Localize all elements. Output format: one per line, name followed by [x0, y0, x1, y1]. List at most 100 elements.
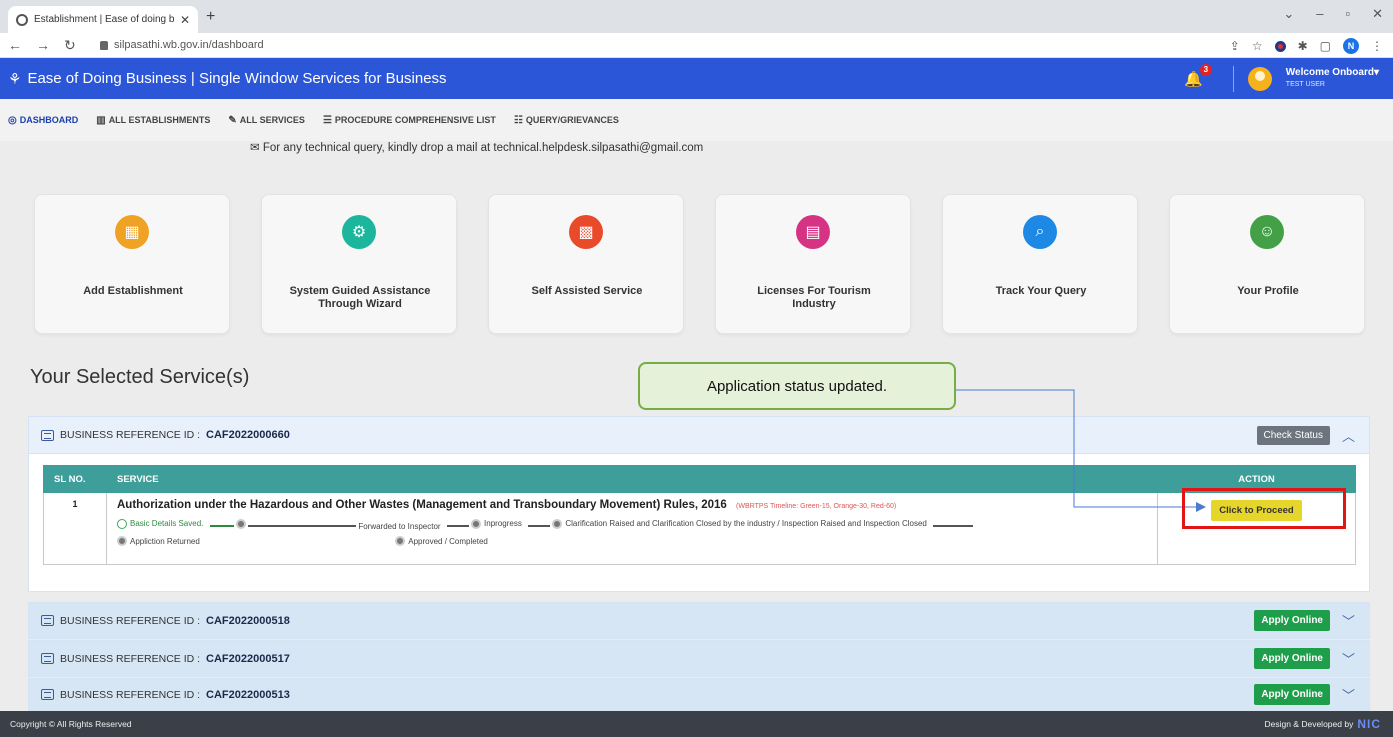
table-row: 1 Authorization under the Hazardous and … — [43, 492, 1356, 565]
search-icon: ⌕ — [1023, 215, 1057, 249]
brand[interactable]: ⚘ Ease of Doing Business | Single Window… — [8, 70, 447, 88]
profile-avatar[interactable]: N — [1343, 38, 1359, 54]
service-name: Authorization under the Hazardous and Ot… — [117, 499, 1147, 511]
chevron-down-icon[interactable]: ﹀ — [1342, 685, 1355, 704]
ref-id: CAF2022000517 — [206, 652, 290, 665]
credit-text: Design & Developed by — [1264, 719, 1354, 729]
apply-online-button[interactable]: Apply Online — [1254, 648, 1330, 669]
profile-icon: ☺ — [1250, 215, 1284, 249]
row-sl: 1 — [43, 492, 107, 565]
ref-prefix: BUSINESS REFERENCE ID : — [60, 614, 201, 627]
dashboard-cards: ▦ Add Establishment ⚙ System Guided Assi… — [34, 194, 1366, 334]
extensions-bar: ⇪ ☆ ✱ ▢ N ⋮ — [1230, 38, 1383, 54]
welcome-text: Welcome Onboard — [1285, 66, 1374, 78]
apply-online-button[interactable]: Apply Online — [1254, 684, 1330, 705]
business-ref: BUSINESS REFERENCE ID : CAF2022000513 — [41, 689, 290, 701]
col-service: SERVICE — [106, 465, 1158, 493]
browser-tab-bar: Establishment | Ease of doing bu ✕ + ⌄ –… — [0, 0, 1393, 33]
list-icon — [41, 615, 54, 626]
menu-label: ALL ESTABLISHMENTS — [108, 115, 211, 125]
close-icon[interactable]: ✕ — [1372, 6, 1383, 22]
header-user-area: 🔔 3 Welcome Onboard▾ TEST USER — [1184, 62, 1379, 95]
menu-procedure-list[interactable]: ☰ PROCEDURE COMPREHENSIVE LIST — [323, 115, 496, 126]
footer-credit: Design & Developed by NIC — [1264, 717, 1381, 731]
card-add-establishment[interactable]: ▦ Add Establishment — [34, 194, 230, 334]
accordion-header[interactable]: BUSINESS REFERENCE ID : CAF2022000518 Ap… — [28, 602, 1370, 639]
main-menu: ◎ DASHBOARD ▥ ALL ESTABLISHMENTS ✎ ALL SERV… — [0, 99, 1393, 141]
share-icon[interactable]: ⇪ — [1230, 39, 1240, 53]
card-tourism-licenses[interactable]: ▤ Licenses For Tourism Industry — [715, 194, 911, 334]
step-inprogress: Inprogress — [471, 516, 522, 531]
notification-button[interactable]: 🔔 3 — [1184, 63, 1212, 88]
card-your-profile[interactable]: ☺ Your Profile — [1169, 194, 1365, 334]
building-add-icon: ▦ — [115, 215, 149, 249]
ref-prefix: BUSINESS REFERENCE ID : — [60, 688, 201, 701]
status-dot-icon — [471, 518, 482, 529]
chevron-down-icon[interactable]: ﹀ — [1342, 611, 1355, 630]
menu-all-establishments[interactable]: ▥ ALL ESTABLISHMENTS — [96, 115, 210, 126]
close-tab-icon[interactable]: ✕ — [180, 13, 190, 27]
menu-dashboard[interactable]: ◎ DASHBOARD — [8, 115, 78, 126]
chevron-down-icon[interactable]: ﹀ — [1342, 649, 1355, 668]
step-label: Approved / Completed — [408, 536, 488, 546]
apply-online-button[interactable]: Apply Online — [1254, 610, 1330, 631]
list-icon — [41, 689, 54, 700]
card-label: Licenses For Tourism Industry — [757, 285, 871, 310]
accordion-actions: Apply Online ﹀ — [1254, 610, 1355, 631]
url-field[interactable]: silpasathi.wb.gov.in/dashboard — [100, 39, 264, 51]
accordion-header[interactable]: BUSINESS REFERENCE ID : CAF2022000517 Ap… — [28, 640, 1370, 677]
step-label: Basic Details Saved. — [130, 519, 204, 528]
building-icon: ▥ — [96, 114, 106, 126]
card-label: Add Establishment — [83, 285, 183, 297]
check-status-button[interactable]: Check Status — [1256, 425, 1330, 445]
minimize-icon[interactable]: – — [1316, 6, 1323, 22]
back-icon[interactable]: ← — [8, 37, 22, 54]
user-avatar[interactable] — [1247, 66, 1272, 91]
star-icon[interactable]: ☆ — [1252, 39, 1263, 53]
business-ref: BUSINESS REFERENCE ID : CAF2022000518 — [41, 615, 290, 627]
puzzle-icon[interactable]: ✱ — [1298, 39, 1308, 53]
new-tab-button[interactable]: + — [206, 8, 215, 26]
forward-icon[interactable]: → — [36, 37, 50, 54]
browser-tab[interactable]: Establishment | Ease of doing bu ✕ — [8, 6, 198, 33]
accordion-header-active[interactable]: BUSINESS REFERENCE ID : CAF2022000660 Ch… — [28, 416, 1370, 454]
progress-line — [933, 525, 974, 528]
sidepanel-icon[interactable]: ▢ — [1320, 39, 1331, 53]
helpline-text: For any technical query, kindly drop a m… — [262, 142, 704, 154]
accordion-body: SL NO. SERVICE ACTION 1 Authorization un… — [28, 454, 1370, 592]
kebab-menu-icon[interactable]: ⋮ — [1371, 39, 1383, 53]
card-label: Your Profile — [1237, 285, 1299, 297]
selected-services-title: Your Selected Service(s) — [30, 366, 250, 388]
status-tracker: Basic Details Saved. Forwarded to Inspec… — [117, 516, 1147, 551]
step-forwarded: Forwarded to Inspector — [358, 519, 440, 534]
service-table: SL NO. SERVICE ACTION 1 Authorization un… — [43, 465, 1356, 565]
extension-icon[interactable] — [1274, 40, 1286, 52]
card-label: Self Assisted Service — [531, 285, 643, 297]
caret-down-icon: ▾ — [1373, 66, 1379, 78]
status-dot-icon — [117, 536, 127, 546]
restore-icon[interactable]: ▫ — [1345, 6, 1350, 22]
user-menu[interactable]: Welcome Onboard▾ TEST USER — [1286, 67, 1379, 91]
ref-id: CAF2022000513 — [206, 688, 290, 701]
technical-helpline: ✉ For any technical query, kindly drop a… — [250, 140, 810, 154]
lock-icon — [100, 40, 108, 50]
list-icon: ☰ — [322, 114, 332, 126]
chevron-up-icon[interactable]: ︿ — [1342, 426, 1355, 445]
menu-all-services[interactable]: ✎ ALL SERVICES — [228, 115, 305, 126]
menu-label: PROCEDURE COMPREHENSIVE LIST — [334, 115, 496, 125]
step-label: Appliction Returned — [130, 536, 200, 546]
card-guided-assistance[interactable]: ⚙ System Guided Assistance Through Wizar… — [261, 194, 457, 334]
reload-icon[interactable]: ↻ — [64, 37, 76, 54]
user-name: TEST USER — [1285, 80, 1325, 88]
nic-logo: NIC — [1357, 717, 1381, 731]
wrench-icon: ✎ — [228, 114, 237, 126]
progress-line — [446, 525, 469, 528]
card-self-assisted[interactable]: ▩ Self Assisted Service — [488, 194, 684, 334]
chevron-down-icon[interactable]: ⌄ — [1283, 6, 1294, 22]
tab-title: Establishment | Ease of doing bu — [34, 14, 174, 25]
menu-query-grievances[interactable]: ☷ QUERY/GRIEVANCES — [514, 115, 619, 126]
row-service: Authorization under the Hazardous and Ot… — [106, 492, 1158, 565]
accordion-header[interactable]: BUSINESS REFERENCE ID : CAF2022000513 Ap… — [28, 678, 1370, 711]
step-approved: Approved / Completed — [395, 534, 488, 549]
card-track-query[interactable]: ⌕ Track Your Query — [942, 194, 1138, 334]
